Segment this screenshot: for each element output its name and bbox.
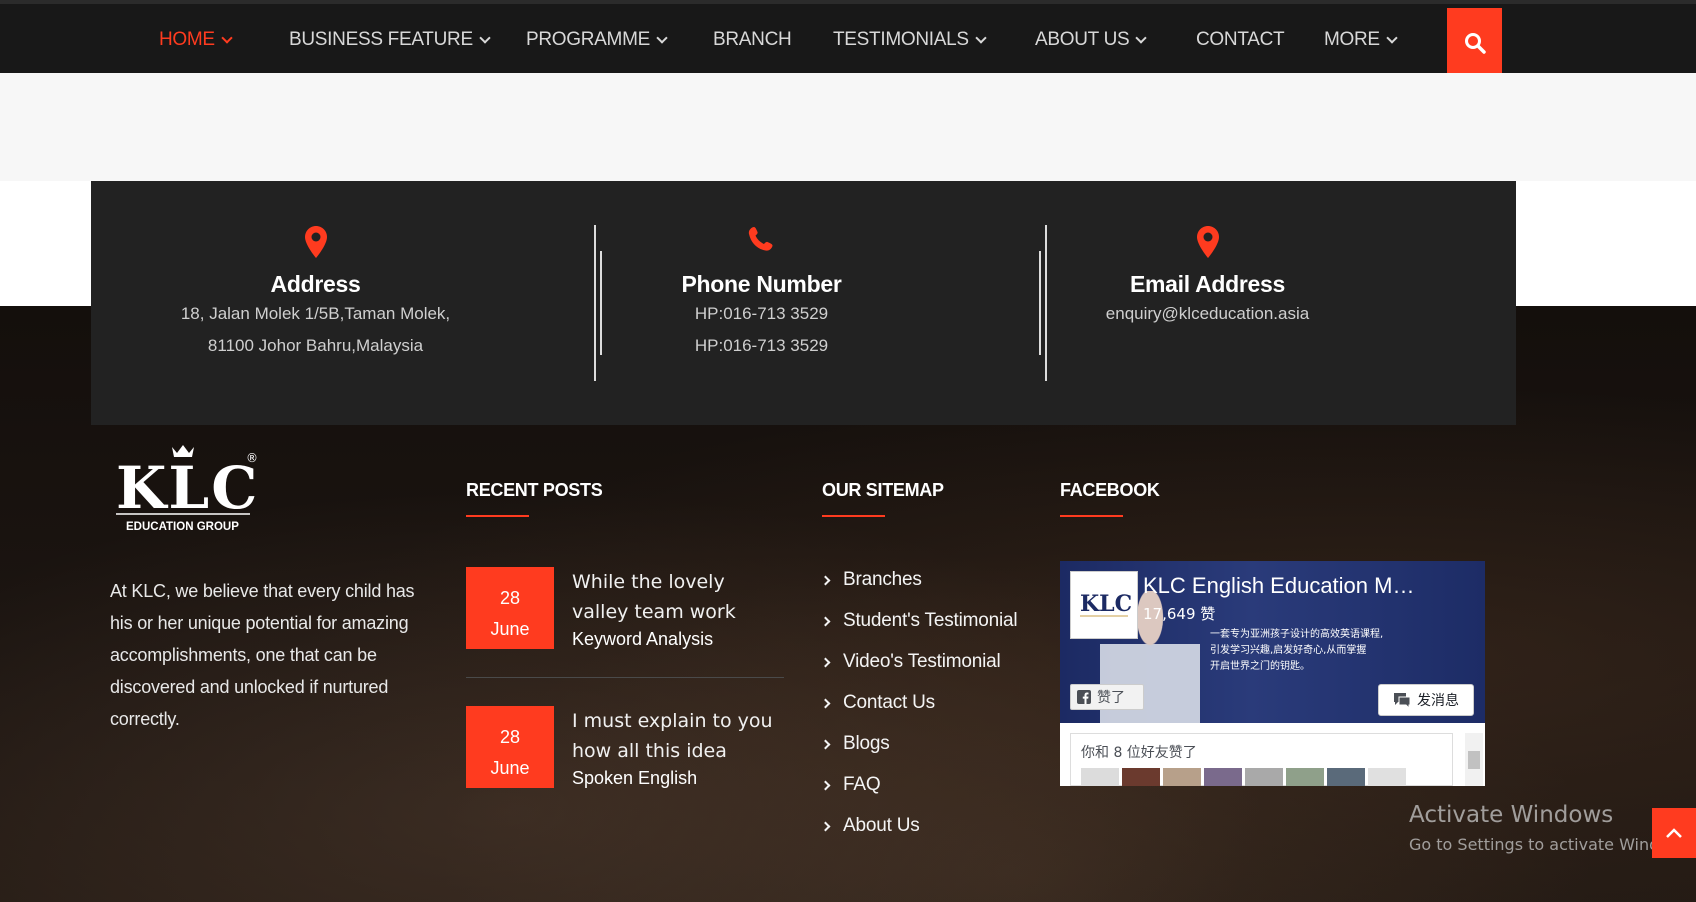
nav-item-business-feature[interactable]: BUSINESS FEATURE <box>289 29 491 51</box>
address-line: 81100 Johor Bahru,Malaysia <box>207 336 424 355</box>
facebook-widget-scrollbar[interactable] <box>1465 733 1483 786</box>
sitemap-link-contact-us[interactable]: Contact Us <box>820 692 935 714</box>
facebook-title: FACEBOOK <box>1060 480 1160 517</box>
phone-icon <box>748 227 772 251</box>
avatar <box>1286 768 1324 786</box>
phone-block: Phone Number HP:016-713 3529 HP:016-713 … <box>539 181 984 362</box>
nav-item-more[interactable]: MORE <box>1324 29 1398 51</box>
avatar <box>1327 768 1365 786</box>
chevron-down-icon <box>1386 31 1398 44</box>
sitemap-link-faq[interactable]: FAQ <box>820 774 881 796</box>
avatar <box>1204 768 1242 786</box>
facebook-slogan: 一套专为亚洲孩子设计的高效英语课程, 引发学习兴趣,启发好奇心,从而掌握 开启世… <box>1210 629 1384 672</box>
address-title: Address <box>270 271 361 297</box>
recent-posts-title: RECENT POSTS <box>466 480 603 517</box>
facebook-like-button[interactable]: 赞了 <box>1070 684 1144 710</box>
sitemap-link-students-testimonial[interactable]: Student's Testimonial <box>820 610 1018 632</box>
nav-item-label: ABOUT US <box>1035 29 1130 50</box>
main-navigation: HOME BUSINESS FEATURE PROGRAMME BRANCH T… <box>0 0 1696 77</box>
nav-item-label: CONTACT <box>1196 29 1285 50</box>
nav-item-branch[interactable]: BRANCH <box>713 29 792 51</box>
chevron-down-icon <box>1135 31 1148 44</box>
avatar <box>1245 768 1283 786</box>
avatar <box>1163 768 1201 786</box>
facebook-page-name[interactable]: KLC English Education M… <box>1143 573 1414 599</box>
content-band <box>0 73 1696 181</box>
friend-avatars <box>1081 768 1406 786</box>
chevron-down-icon <box>479 31 491 44</box>
chevron-down-icon <box>975 31 987 44</box>
post-date-badge: 28 June <box>466 567 554 649</box>
nav-item-home[interactable]: HOME <box>159 29 233 51</box>
facebook-page-widget[interactable]: KLC KLC English Education M… 17,649 赞 一套… <box>1060 561 1485 786</box>
nav-item-contact[interactable]: CONTACT <box>1196 29 1285 51</box>
contact-info-box: Address 18, Jalan Molek 1/5B,Taman Molek… <box>91 181 1516 425</box>
chevron-right-icon <box>820 780 831 790</box>
address-block: Address 18, Jalan Molek 1/5B,Taman Molek… <box>93 181 538 362</box>
nav-item-label: BUSINESS FEATURE <box>289 29 473 50</box>
chevron-right-icon <box>820 575 831 585</box>
chevron-right-icon <box>820 698 831 708</box>
message-icon <box>1394 693 1411 708</box>
divider <box>466 677 784 678</box>
email-block: Email Address enquiry@klceducation.asia <box>985 181 1430 330</box>
nav-item-testimonials[interactable]: TESTIMONIALS <box>833 29 987 51</box>
post-category-link[interactable]: Spoken English <box>572 768 697 789</box>
phone-title: Phone Number <box>681 271 842 297</box>
facebook-like-count: 17,649 赞 <box>1143 605 1216 623</box>
map-marker-icon <box>1196 226 1219 258</box>
klc-logo[interactable]: KLC ® EDUCATION GROUP <box>116 442 261 537</box>
search-icon <box>1464 32 1486 54</box>
nav-item-label: PROGRAMME <box>526 29 650 50</box>
windows-activation-title: Activate Windows <box>1409 802 1614 828</box>
nav-item-label: HOME <box>159 29 215 50</box>
post-title-link[interactable]: I must explain to you how all this idea <box>572 706 787 766</box>
sitemap-link-branches[interactable]: Branches <box>820 569 922 591</box>
facebook-cover-image[interactable]: KLC KLC English Education M… 17,649 赞 一套… <box>1060 561 1485 723</box>
facebook-friends-section: 你和 8 位好友赞了 <box>1070 733 1453 786</box>
chevron-right-icon <box>820 821 831 831</box>
map-marker-icon <box>304 226 327 258</box>
facebook-friends-text: 你和 8 位好友赞了 <box>1081 745 1197 761</box>
facebook-message-button[interactable]: 发消息 <box>1378 684 1474 716</box>
logo-subtitle: EDUCATION GROUP <box>126 521 239 533</box>
back-to-top-button[interactable] <box>1652 808 1696 858</box>
about-text: At KLC, we believe that every child has … <box>110 581 415 729</box>
avatar <box>1081 768 1119 786</box>
chevron-down-icon <box>221 31 233 44</box>
facebook-f-icon <box>1077 690 1091 704</box>
email-line[interactable]: enquiry@klceducation.asia <box>985 298 1430 330</box>
phone-line[interactable]: HP:016-713 3529 <box>539 298 984 330</box>
svg-text:®: ® <box>246 451 258 465</box>
email-title: Email Address <box>1129 271 1286 297</box>
avatar <box>1368 768 1406 786</box>
sitemap-title: OUR SITEMAP <box>822 480 944 517</box>
address-line: 18, Jalan Molek 1/5B,Taman Molek, <box>180 304 451 323</box>
facebook-page-avatar[interactable]: KLC <box>1070 571 1138 639</box>
sitemap-link-blogs[interactable]: Blogs <box>820 733 890 755</box>
nav-item-programme[interactable]: PROGRAMME <box>526 29 668 51</box>
chevron-down-icon <box>656 31 668 44</box>
chevron-up-icon <box>1666 828 1682 838</box>
logo-text: KLC <box>116 454 259 522</box>
phone-line[interactable]: HP:016-713 3529 <box>539 330 984 362</box>
nav-item-label: MORE <box>1324 29 1380 50</box>
sitemap-link-videos-testimonial[interactable]: Video's Testimonial <box>820 651 1001 673</box>
post-title-link[interactable]: While the lovely valley team work <box>572 567 787 627</box>
chevron-right-icon <box>820 616 831 626</box>
post-date-badge: 28 June <box>466 706 554 788</box>
post-category-link[interactable]: Keyword Analysis <box>572 629 713 650</box>
nav-item-label: BRANCH <box>713 29 792 50</box>
search-button[interactable] <box>1447 8 1502 77</box>
nav-item-label: TESTIMONIALS <box>833 29 969 50</box>
chevron-right-icon <box>820 657 831 667</box>
chevron-right-icon <box>820 739 831 749</box>
svg-text:KLC: KLC <box>1080 591 1132 617</box>
nav-item-about-us[interactable]: ABOUT US <box>1035 29 1148 51</box>
sitemap-link-about-us[interactable]: About Us <box>820 815 920 837</box>
avatar <box>1122 768 1160 786</box>
